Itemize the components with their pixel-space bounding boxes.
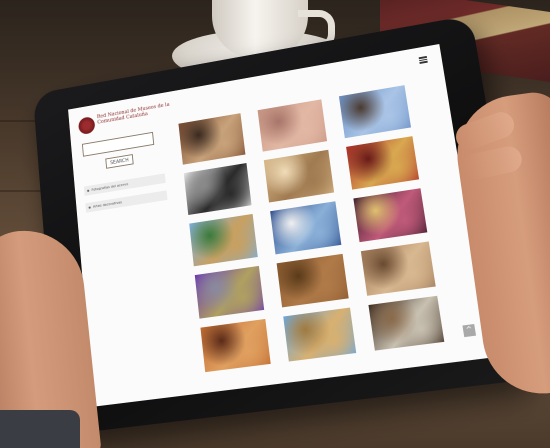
gallery-thumbnail-red-tile-mosaic[interactable] — [346, 136, 420, 190]
site-title[interactable]: Red Nacional de Museos de la Comunidad C… — [97, 102, 171, 126]
menu-icon[interactable] — [418, 55, 428, 64]
gallery-thumbnail-ornate-tile-pattern[interactable] — [353, 188, 428, 243]
photo-scene: Red Nacional de Museos de la Comunidad C… — [0, 0, 550, 448]
gallery-thumbnail-shell-pattern[interactable] — [360, 241, 436, 296]
tablet-screen: Red Nacional de Museos de la Comunidad C… — [68, 44, 491, 407]
sleeve — [0, 410, 80, 448]
gallery-thumbnail-blue-map[interactable] — [194, 265, 265, 319]
chevron-up-icon[interactable]: ^ — [462, 323, 477, 338]
gallery-thumbnail-carved-stone-facade[interactable] — [263, 149, 335, 203]
gallery-thumbnail-ironwork-drawing[interactable] — [183, 163, 252, 215]
gallery-thumbnail-patterned-textile[interactable] — [200, 318, 271, 373]
gallery-thumbnail-terracotta-sculpture[interactable] — [178, 113, 246, 165]
search-button[interactable]: SEARCH — [105, 154, 134, 169]
gallery-thumbnail-pink-stucco-relief[interactable] — [257, 99, 328, 152]
image-gallery — [178, 84, 453, 386]
search-input[interactable] — [81, 131, 155, 157]
tablet-device: Red Nacional de Museos de la Comunidad C… — [32, 15, 534, 436]
gallery-thumbnail-church-tower[interactable] — [283, 307, 357, 362]
gallery-thumbnail-wooden-texture[interactable] — [276, 253, 349, 308]
gallery-thumbnail-thatched-house[interactable] — [189, 213, 258, 267]
museum-logo-icon[interactable] — [77, 116, 96, 136]
gallery-thumbnail-stained-glass-dome[interactable] — [270, 201, 342, 255]
gallery-thumbnail-crafts-display[interactable] — [368, 295, 445, 351]
gallery-thumbnail-tree-branches-sky[interactable] — [338, 85, 412, 139]
